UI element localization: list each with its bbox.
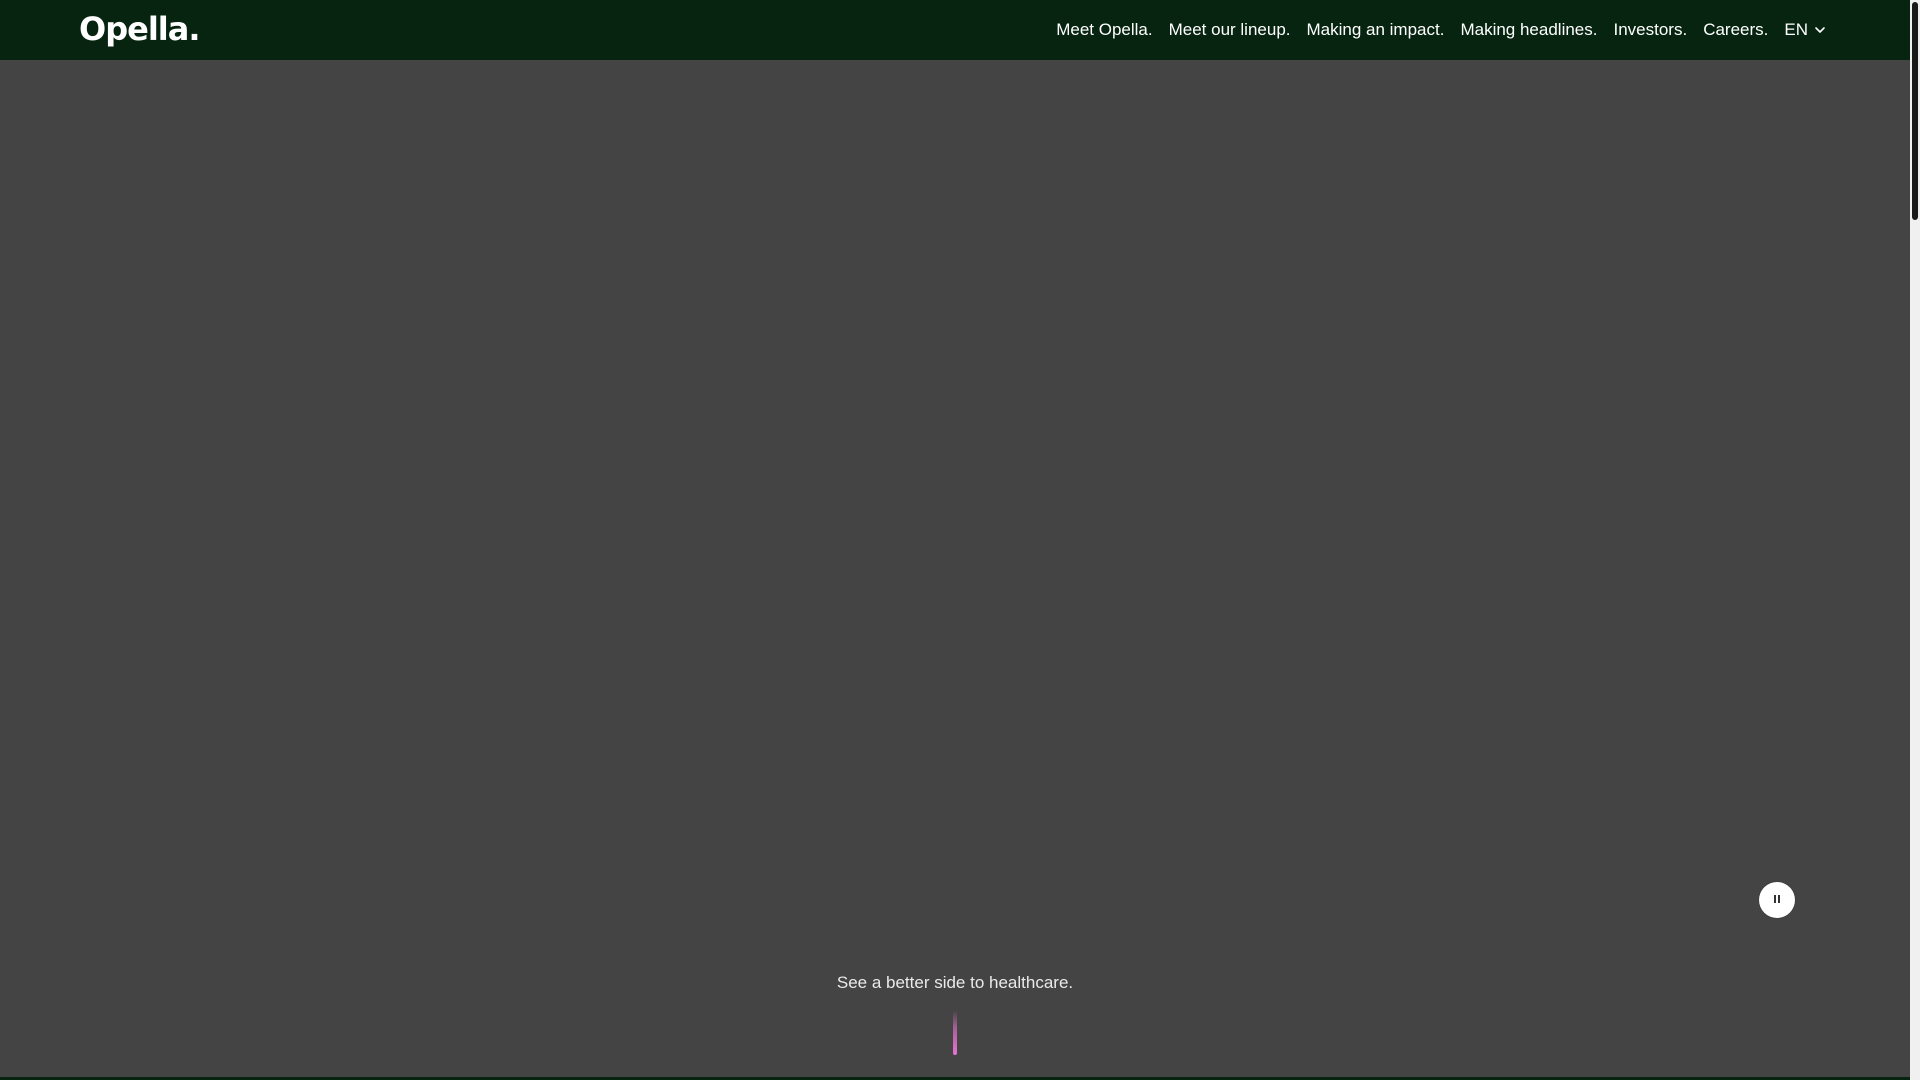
nav-item-making-headlines[interactable]: Making headlines. xyxy=(1460,20,1597,40)
main-area: Opella. Meet Opella. Meet our lineup. Ma… xyxy=(0,0,1910,1080)
nav-item-investors[interactable]: Investors. xyxy=(1613,20,1687,40)
site-header: Opella. Meet Opella. Meet our lineup. Ma… xyxy=(0,0,1910,60)
hero-tagline: See a better side to healthcare. xyxy=(836,973,1074,992)
opella-logo[interactable]: Opella. xyxy=(79,7,200,51)
nav-item-meet-our-lineup[interactable]: Meet our lineup. xyxy=(1169,20,1291,40)
nav-item-meet-opella[interactable]: Meet Opella. xyxy=(1056,20,1152,40)
language-selector[interactable]: EN xyxy=(1784,20,1826,40)
language-label: EN xyxy=(1784,20,1808,39)
main-nav: Meet Opella. Meet our lineup. Making an … xyxy=(1056,0,1826,60)
page-scrollbar[interactable] xyxy=(1910,0,1920,1080)
pause-icon xyxy=(1772,891,1782,909)
video-pause-button[interactable] xyxy=(1759,882,1795,918)
page: Opella. Meet Opella. Meet our lineup. Ma… xyxy=(0,0,1920,1080)
hero-video-section xyxy=(0,60,1910,1077)
scroll-indicator xyxy=(953,1010,957,1055)
scrollbar-thumb[interactable] xyxy=(1912,2,1918,220)
nav-item-careers[interactable]: Careers. xyxy=(1703,20,1768,40)
nav-item-making-an-impact[interactable]: Making an impact. xyxy=(1307,20,1445,40)
chevron-down-icon xyxy=(1814,24,1826,36)
